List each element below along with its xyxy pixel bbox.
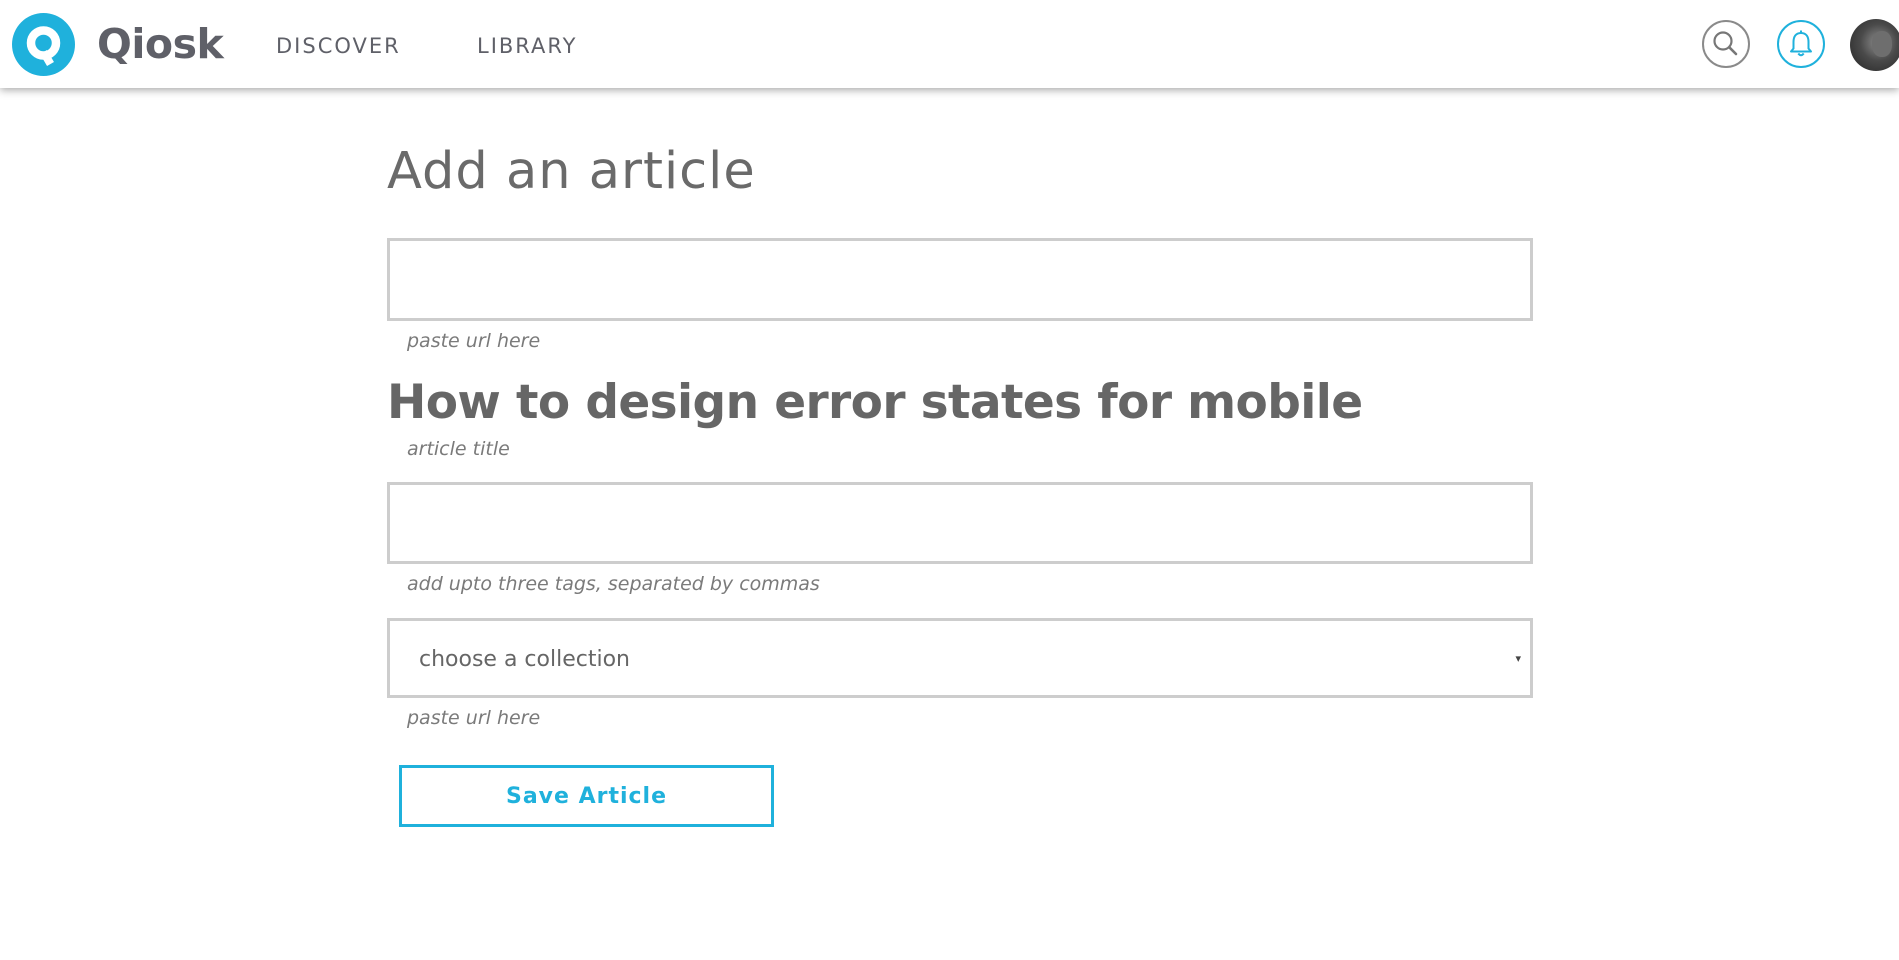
collection-select-value: choose a collection — [419, 647, 630, 672]
article-title-helper-text: article title — [407, 438, 510, 460]
top-navigation-bar: Qiosk DISCOVER LIBRARY — [0, 0, 1899, 88]
qiosk-logo-icon[interactable] — [12, 13, 75, 76]
bell-icon — [1790, 30, 1812, 57]
app-name[interactable]: Qiosk — [97, 18, 224, 70]
tags-input[interactable] — [387, 482, 1533, 564]
nav-discover[interactable]: DISCOVER — [276, 33, 401, 59]
url-helper-text: paste url here — [407, 330, 541, 352]
collection-helper-text: paste url here — [407, 707, 541, 729]
avatar[interactable] — [1850, 19, 1899, 71]
url-input[interactable] — [387, 238, 1533, 321]
chevron-down-icon: ▾ — [1515, 652, 1521, 665]
nav-library[interactable]: LIBRARY — [477, 33, 577, 59]
page-title: Add an article — [387, 142, 756, 201]
notifications-button[interactable] — [1777, 20, 1825, 68]
search-button[interactable] — [1702, 20, 1750, 68]
tags-helper-text: add upto three tags, separated by commas — [407, 573, 820, 595]
search-icon — [1713, 31, 1738, 56]
article-title: How to design error states for mobile — [387, 375, 1363, 430]
collection-select[interactable]: choose a collection ▾ — [387, 618, 1533, 698]
save-article-button[interactable]: Save Article — [399, 765, 774, 827]
